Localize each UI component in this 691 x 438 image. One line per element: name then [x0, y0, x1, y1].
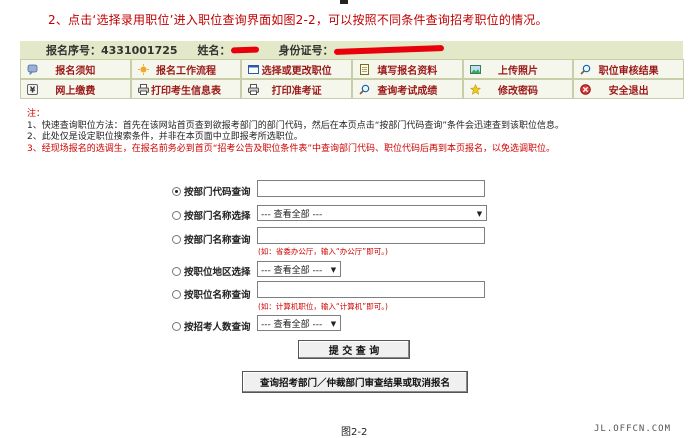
select-value: --- 查看全部 ---: [261, 209, 323, 220]
option-by-position-name[interactable]: 按职位名称查询: [172, 287, 251, 301]
dept-name-hint: (如：省委办公厅，输入“办公厅”即可。): [258, 247, 388, 256]
option-by-dept-name-query[interactable]: 按部门名称查询: [172, 232, 251, 246]
main-menu: 报名须知 报名工作流程 选择或更改职位 填写报名资料 上传照片 职位审核结果 ¥: [20, 59, 684, 99]
yen-icon: ¥: [27, 84, 38, 95]
chevron-down-icon: ▼: [330, 319, 337, 328]
watermark: JL.OFFCN.COM: [594, 424, 672, 434]
registration-number-value: 4331001725: [101, 43, 178, 57]
select-value: --- 查看全部 ---: [261, 319, 323, 330]
printer-icon: [137, 84, 149, 95]
printer-icon: [248, 84, 260, 95]
dept-code-input[interactable]: [257, 180, 485, 197]
option-by-region[interactable]: 按职位地区选择: [172, 264, 251, 278]
option-label: 按职位名称查询: [184, 290, 251, 301]
id-number: 身份证号：: [279, 42, 444, 58]
redacted-id-number: [333, 45, 444, 55]
menu-position-review-result[interactable]: 职位审核结果: [573, 59, 684, 79]
menu-online-payment[interactable]: ¥ 网上缴费: [20, 79, 131, 99]
exit-icon: [580, 84, 592, 95]
notepad-icon: [359, 64, 370, 75]
window-icon: [248, 64, 260, 75]
position-name-hint: (如：计算机职位，输入“计算机”即可。): [258, 302, 388, 311]
redacted-name: [230, 46, 259, 54]
select-value: --- 查看全部 ---: [261, 265, 323, 276]
option-by-dept-name-select[interactable]: 按部门名称选择: [172, 208, 251, 222]
menu-label: 填写报名资料: [377, 65, 438, 77]
top-edge-mark: [340, 0, 348, 4]
radio-by-dept-name-query[interactable]: [172, 234, 181, 244]
menu-registration-notice[interactable]: 报名须知: [20, 59, 131, 79]
chevron-down-icon: ▼: [476, 209, 483, 218]
intro-text: 2、点击‘选择录用职位’进入职位查询界面如图2-2，可以按照不同条件查询招考职位…: [48, 13, 548, 27]
option-by-headcount[interactable]: 按招考人数查询: [172, 319, 251, 333]
dept-name-select[interactable]: --- 查看全部 --- ▼: [257, 205, 487, 221]
headcount-select[interactable]: --- 查看全部 --- ▼: [257, 315, 341, 331]
star-icon: [469, 84, 481, 95]
radio-by-headcount[interactable]: [172, 321, 181, 331]
note-line-3: 3、经现场报名的选调生，在报名前务必到首页“招考公告及职位条件表”中查询部门代码…: [27, 143, 556, 154]
menu-label: 打印准考证: [271, 85, 322, 97]
menu-label: 查询考试成绩: [377, 85, 438, 97]
menu-label: 安全退出: [608, 85, 649, 97]
menu-label: 上传照片: [497, 65, 538, 77]
menu-select-position[interactable]: 选择或更改职位: [241, 59, 352, 79]
note-line-1: 1、快速查询职位方法：首先在该网站首页查到欲报考部门的部门代码，然后在本页点击“…: [27, 120, 565, 131]
figure-caption: 图2-2: [341, 427, 368, 438]
option-label: 按部门名称选择: [184, 211, 251, 222]
menu-label: 职位审核结果: [598, 65, 659, 77]
notes-title: 注：: [27, 109, 46, 119]
menu-label: 报名须知: [55, 65, 96, 77]
svg-text:¥: ¥: [30, 86, 36, 95]
option-by-dept-code[interactable]: 按部门代码查询: [172, 184, 251, 198]
check-review-results-button[interactable]: 查询招考部门／仲裁部门审查结果或取消报名: [242, 371, 468, 393]
note-line-2: 2、此处仅是设定职位搜索条件，并非在本页面中立即报考所选职位。: [27, 132, 303, 142]
registration-number-label: 报名序号：: [46, 44, 101, 57]
radio-by-dept-code[interactable]: [172, 186, 181, 196]
option-label: 按招考人数查询: [184, 322, 251, 333]
registration-number: 报名序号： 4331001725: [46, 42, 178, 58]
menu-label: 报名工作流程: [155, 65, 216, 77]
notes-section: 注： 1、快速查询职位方法：首先在该网站首页查到欲报考部门的部门代码，然后在本页…: [27, 109, 564, 155]
candidate-name: 姓名：: [198, 42, 259, 58]
menu-label: 打印考生信息表: [150, 85, 221, 97]
id-number-label: 身份证号：: [278, 44, 334, 57]
magnifier-icon: [359, 84, 370, 95]
menu-label: 选择或更改职位: [261, 65, 332, 77]
menu-fill-registration[interactable]: 填写报名资料: [351, 59, 463, 79]
menu-print-admission-ticket[interactable]: 打印准考证: [241, 79, 352, 99]
chevron-down-icon: ▼: [330, 265, 337, 274]
menu-change-password[interactable]: 修改密码: [462, 79, 574, 99]
menu-print-candidate-info[interactable]: 打印考生信息表: [130, 79, 242, 99]
menu-upload-photo[interactable]: 上传照片: [462, 59, 574, 79]
radio-by-region[interactable]: [172, 266, 181, 276]
menu-label: 修改密码: [497, 85, 538, 97]
option-label: 按部门代码查询: [184, 187, 251, 198]
candidate-name-label: 姓名：: [197, 44, 231, 57]
candidate-info-bar: 报名序号： 4331001725 姓名： 身份证号：: [20, 41, 683, 59]
radio-by-dept-name-select[interactable]: [172, 210, 181, 220]
menu-label: 网上缴费: [55, 85, 96, 97]
option-label: 按部门名称查询: [184, 235, 251, 246]
submit-query-button[interactable]: 提 交 查 询: [298, 340, 410, 359]
dept-name-input[interactable]: [257, 227, 485, 244]
picture-icon: [469, 64, 481, 75]
menu-safe-logout[interactable]: 安全退出: [573, 79, 684, 99]
menu-registration-workflow[interactable]: 报名工作流程: [130, 59, 242, 79]
region-select[interactable]: --- 查看全部 --- ▼: [257, 261, 341, 277]
magnifier-icon: [580, 64, 591, 75]
position-name-input[interactable]: [257, 281, 485, 298]
chat-bubble-icon: [27, 64, 38, 75]
menu-exam-score-query[interactable]: 查询考试成绩: [351, 79, 463, 99]
option-label: 按职位地区选择: [184, 267, 251, 278]
radio-by-position-name[interactable]: [172, 289, 181, 299]
sun-icon: [137, 64, 149, 75]
